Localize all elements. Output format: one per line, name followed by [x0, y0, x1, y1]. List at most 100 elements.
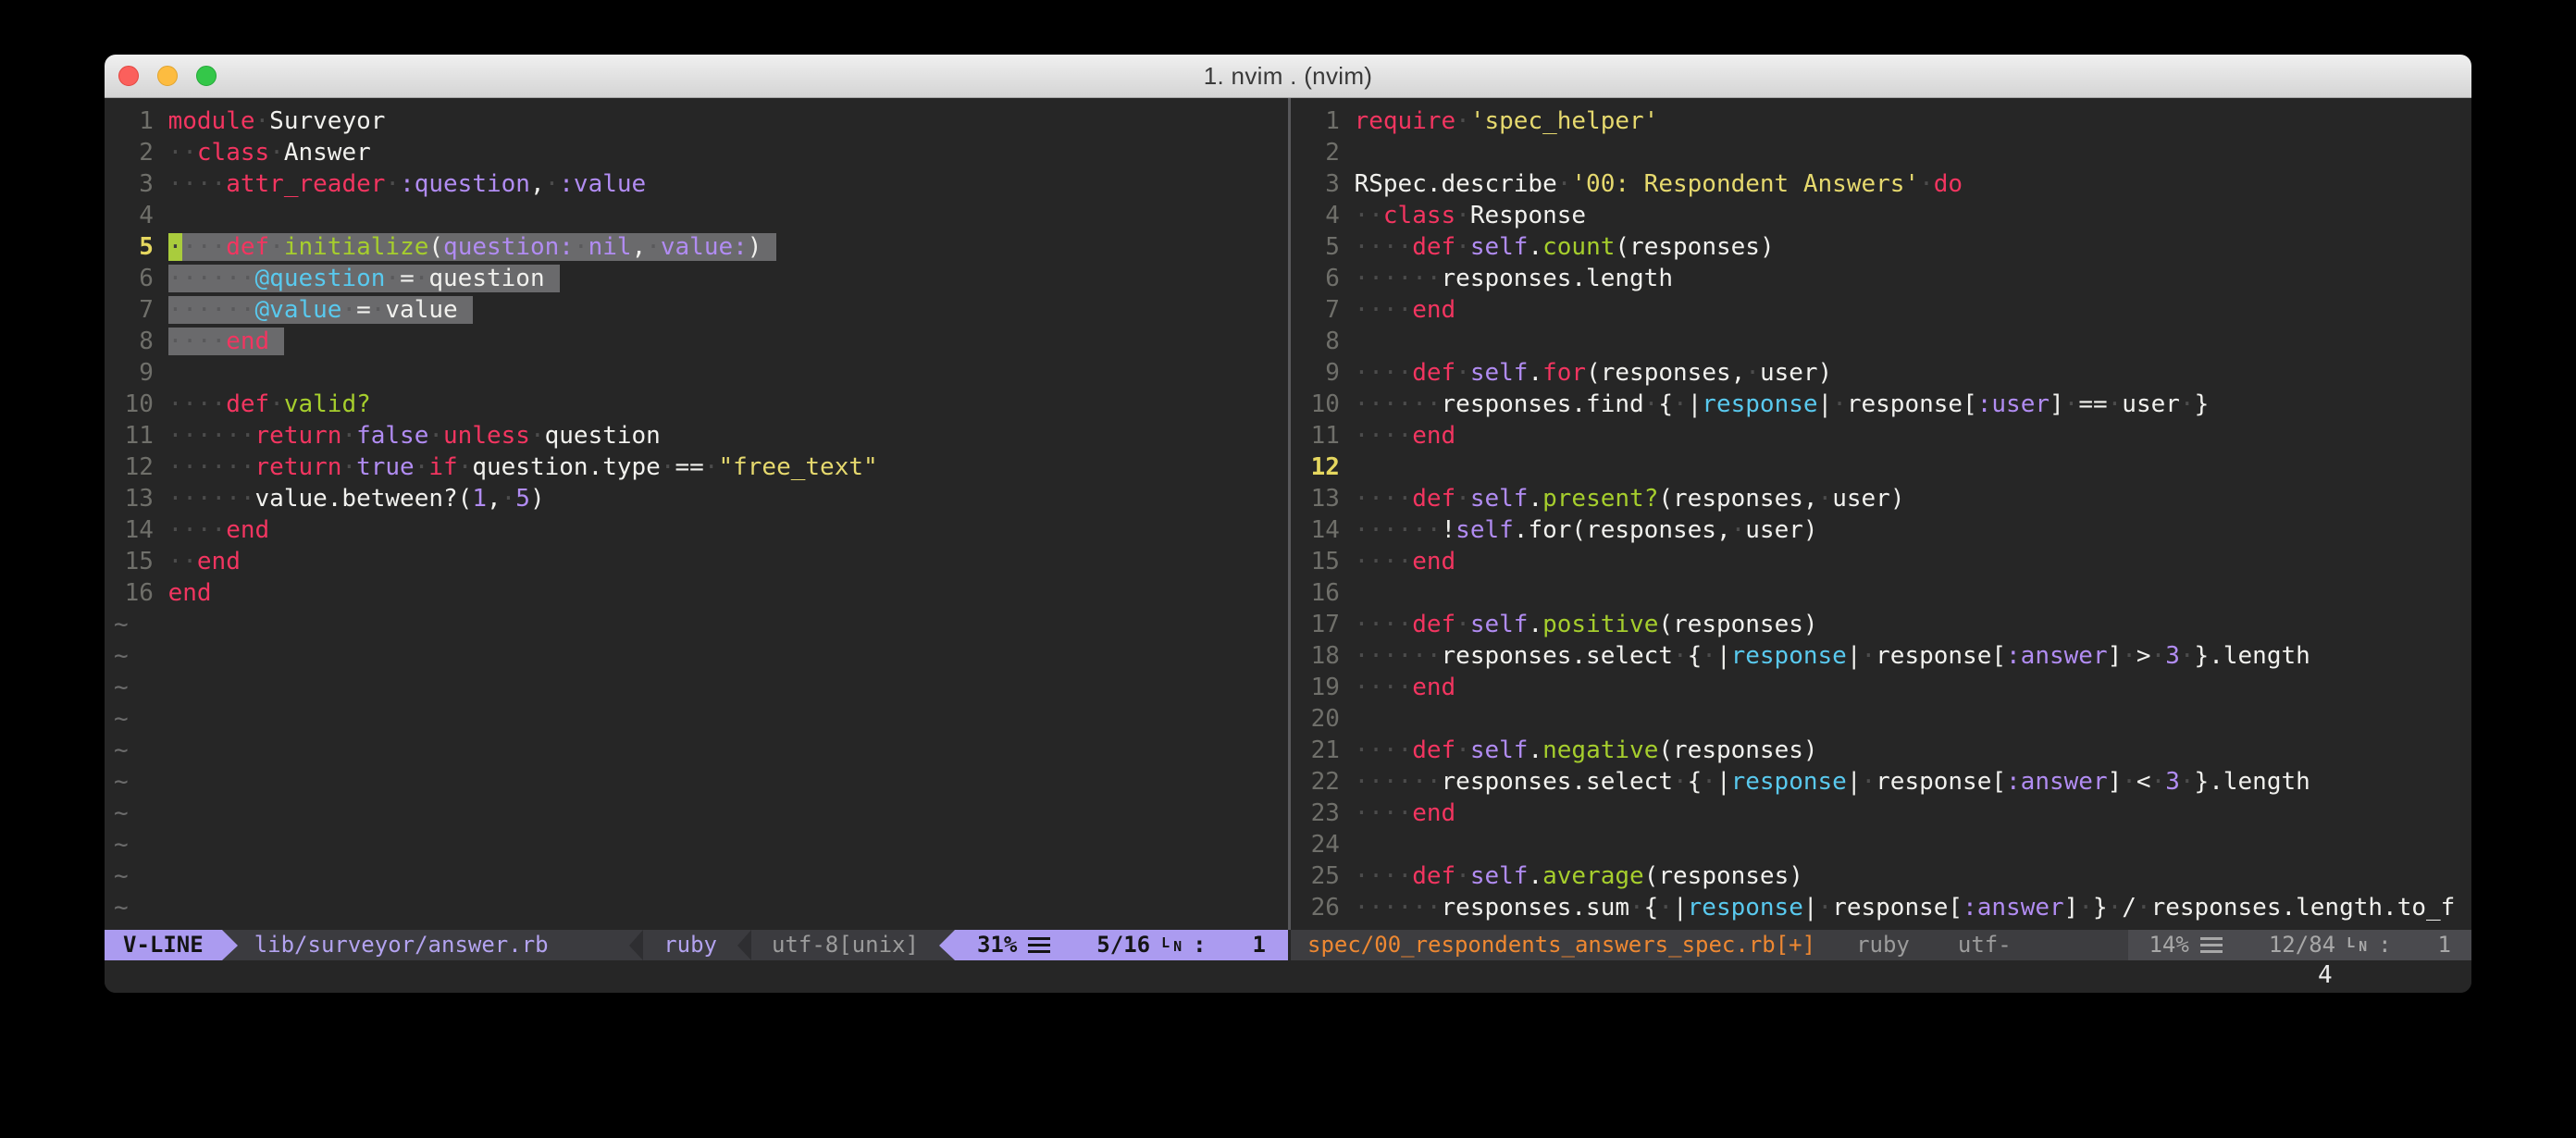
empty-line-tilde: ~ — [105, 609, 1288, 640]
code-text: ······responses.sum·{·|response|·respons… — [1355, 894, 2456, 922]
code-line: 2 ··class·Answer — [105, 137, 1288, 168]
code-line: 22······responses.select·{·|response|·re… — [1291, 766, 2471, 798]
powerline-arrow-icon — [629, 930, 643, 960]
title-bar[interactable]: 1. nvim . (nvim) — [105, 55, 2471, 98]
minimize-button[interactable] — [157, 66, 178, 86]
code-line: 2 — [1291, 137, 2471, 168]
line-number: 8 — [110, 326, 154, 357]
column-number: 1 — [1253, 930, 1266, 960]
powerline-arrow-icon — [222, 930, 238, 960]
code-line: 21····def·self.negative(responses) — [1291, 735, 2471, 766]
code-line: 6 ······responses.length — [1291, 263, 2471, 294]
code-text: ····end — [1355, 296, 1456, 324]
code-text: ····end — [1355, 422, 1456, 450]
code-line: 15····end — [1291, 546, 2471, 577]
line-number: 7 — [110, 294, 154, 326]
close-button[interactable] — [118, 66, 139, 86]
column-number: 1 — [2438, 930, 2451, 960]
command-line: 4 — [105, 960, 2471, 993]
line-number: 25 — [1296, 860, 1340, 892]
code-text: ······@value·=·value — [168, 296, 473, 324]
code-text: end — [168, 579, 212, 607]
statusline-right: spec/00_respondents_answers_spec.rb[+] r… — [1291, 930, 2471, 960]
code-text: ····attr_reader·:question,·:value — [168, 170, 647, 198]
code-text: ······return·false·unless·question — [168, 422, 661, 450]
code-text: ······responses.length — [1355, 265, 1673, 292]
code-line: 11····end — [1291, 420, 2471, 451]
line-position: 12/84 — [2269, 930, 2335, 960]
line-number: 26 — [1296, 892, 1340, 923]
filetype-label: ruby — [643, 930, 737, 960]
line-number: 1 — [110, 105, 154, 137]
showcmd-count: 4 — [2318, 960, 2333, 993]
status-row: V-LINE lib/surveyor/answer.rb ruby utf-8… — [105, 930, 2471, 960]
empty-line-tilde: ~ — [105, 860, 1288, 892]
code-text: ······!self.for(responses,·user) — [1355, 516, 1818, 544]
code-text: ····def·self.average(responses) — [1355, 862, 1803, 890]
code-line: 5····def·initialize(question:·nil,·value… — [105, 231, 1288, 263]
line-number: 3 — [1296, 168, 1340, 200]
code-line: 1 module·Surveyor — [105, 105, 1288, 137]
position-stats: 14% 12/84 LN : 1 — [2128, 930, 2471, 960]
code-line: 13····def·self.present?(responses,·user) — [1291, 483, 2471, 514]
scroll-percent: 31% — [977, 930, 1017, 960]
code-text: module·Surveyor — [168, 107, 386, 135]
code-text: ····end — [1355, 548, 1456, 575]
code-line: 13 ······value.between?(1,·5) — [105, 483, 1288, 514]
traffic-lights — [118, 55, 217, 97]
line-number: 23 — [1296, 798, 1340, 829]
code-text: ······responses.select·{·|response|·resp… — [1355, 768, 2310, 796]
lines-icon — [2200, 937, 2223, 953]
code-line: 20 — [1291, 703, 2471, 735]
line-number: 4 — [1296, 200, 1340, 231]
code-text: ····def·self.count(responses) — [1355, 233, 1775, 261]
zoom-button[interactable] — [196, 66, 217, 86]
line-number: 14 — [110, 514, 154, 546]
code-text: ····end — [1355, 674, 1456, 701]
line-number: 13 — [110, 483, 154, 514]
line-number-icon: LN — [2347, 932, 2367, 959]
line-number: 6 — [1296, 263, 1340, 294]
editor-pane-right[interactable]: 1require·'spec_helper'23RSpec.describe·'… — [1291, 98, 2471, 930]
code-text: ··class·Response — [1355, 202, 1586, 229]
empty-line-tilde: ~ — [105, 640, 1288, 672]
line-number: 6 — [110, 263, 154, 294]
code-line: 3RSpec.describe·'00: Respondent Answers'… — [1291, 168, 2471, 200]
code-line: 5 ····def·self.count(responses) — [1291, 231, 2471, 263]
code-line: 7 ····end — [1291, 294, 2471, 326]
line-number: 8 — [1296, 326, 1340, 357]
code-line: 11······return·false·unless·question — [105, 420, 1288, 451]
code-text: ··class·Answer — [168, 139, 371, 167]
code-line: 16 end — [105, 577, 1288, 609]
line-number: 7 — [1296, 294, 1340, 326]
line-number: 5 — [1296, 231, 1340, 263]
line-number: 16 — [110, 577, 154, 609]
line-number: 16 — [1296, 577, 1340, 609]
line-number: 13 — [1296, 483, 1340, 514]
empty-line-tilde: ~ — [105, 735, 1288, 766]
line-number: 2 — [1296, 137, 1340, 168]
line-number: 12 — [110, 451, 154, 483]
code-line: 23 ····end — [1291, 798, 2471, 829]
encoding-label: utf-8[unix] — [751, 930, 939, 960]
code-text: ····end — [1355, 799, 1456, 827]
code-text: ····def·self.for(responses,·user) — [1355, 359, 1833, 387]
line-number: 1 — [1296, 105, 1340, 137]
editor-pane-left[interactable]: 1module·Surveyor2··class·Answer3····attr… — [105, 98, 1288, 930]
code-line: 14······!self.for(responses,·user) — [1291, 514, 2471, 546]
code-line: 6······@question·=·question — [105, 263, 1288, 294]
code-line: 16 — [1291, 577, 2471, 609]
code-text: ····def·self.positive(responses) — [1355, 611, 1818, 638]
line-number: 19 — [1296, 672, 1340, 703]
code-text: ······value.between?(1,·5) — [168, 485, 545, 513]
code-line: 26 ······responses.sum·{·|response|·respo… — [1291, 892, 2471, 923]
code-line: 25 ····def·self.average(responses) — [1291, 860, 2471, 892]
code-line: 14····end — [105, 514, 1288, 546]
code-text: ······return·true·if·question.type·==·"f… — [168, 453, 878, 481]
position-stats: 31% 5/16 LN : 1 — [955, 930, 1288, 960]
code-line: 4 — [105, 200, 1288, 231]
code-line: 18······responses.select·{·|response|·re… — [1291, 640, 2471, 672]
mode-indicator: V-LINE — [105, 930, 222, 960]
code-line: 4 ··class·Response — [1291, 200, 2471, 231]
line-number: 2 — [110, 137, 154, 168]
